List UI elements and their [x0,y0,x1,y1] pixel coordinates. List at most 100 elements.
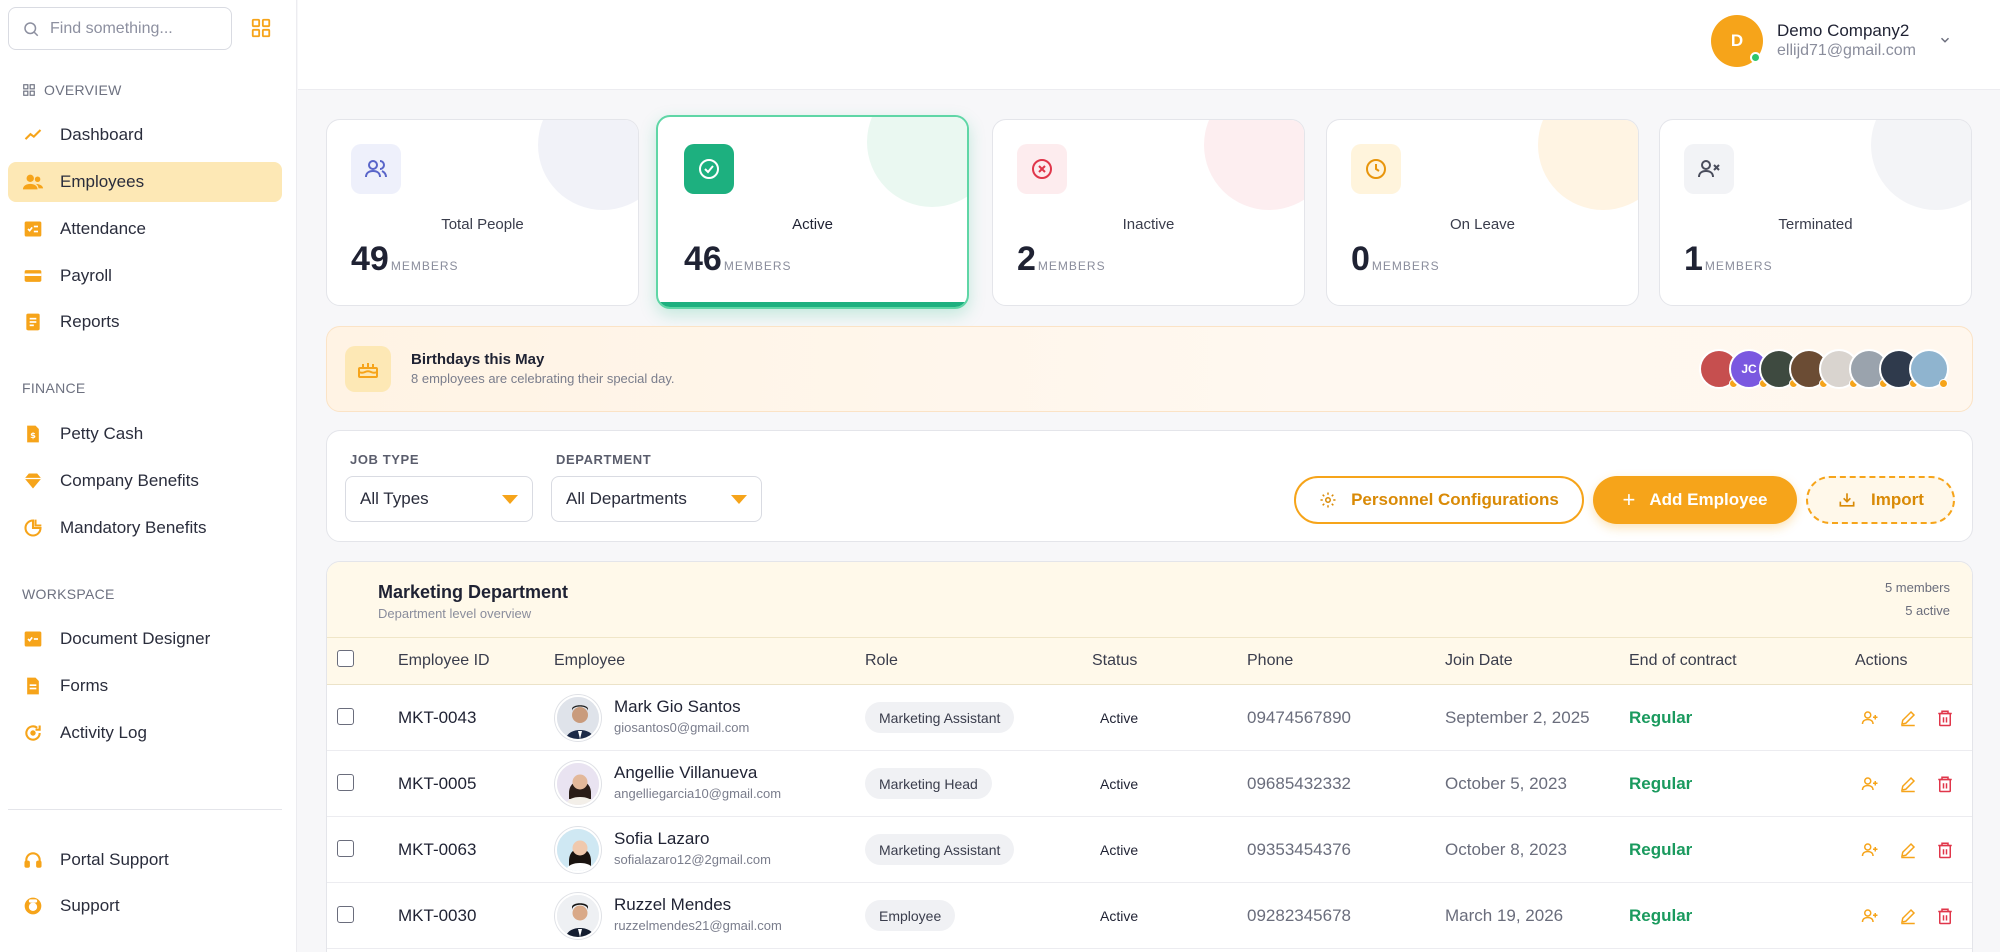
online-status-dot [1750,52,1761,63]
employee-email: angelliegarcia10@gmail.com [614,786,782,801]
column-header[interactable]: End of contract [1629,652,1737,670]
stat-label: Terminated [1778,216,1853,233]
table-row[interactable]: MKT-0063 Sofia Lazaro sofialazaro12@2gma… [327,817,1972,883]
assign-user-icon[interactable] [1858,706,1882,730]
sidebar-item-petty-cash[interactable]: $ Petty Cash [8,414,282,454]
card-bubble [867,117,967,207]
search-placeholder: Find something... [50,19,173,37]
sidebar-item-document-designer[interactable]: Document Designer [8,619,282,659]
column-header[interactable]: Status [1092,652,1137,670]
stat-label: Total People [441,216,524,233]
stat-card-total-people[interactable]: Total People 49 MEMBERS [326,119,639,306]
delete-icon[interactable] [1933,904,1957,928]
end-of-contract: Regular [1629,840,1693,859]
job-type-select[interactable]: All Types [345,476,533,522]
row-checkbox[interactable] [337,774,354,791]
gear-icon [1320,492,1336,508]
avatar[interactable] [1909,349,1949,389]
sidebar-item-reports[interactable]: Reports [8,302,282,342]
employee-name[interactable]: Sofia Lazaro [614,829,709,849]
user-name: Demo Company2 [1777,21,1910,40]
end-of-contract: Regular [1629,906,1693,925]
add-employee-button[interactable]: + Add Employee [1593,476,1797,524]
x-circle-icon [1017,144,1067,194]
table-row[interactable]: MKT-0043 Mark Gio Santos giosantos0@gmai… [327,685,1972,751]
department-member-count: 5 members [1884,580,1950,595]
personnel-configurations-button[interactable]: Personnel Configurations [1294,476,1584,524]
column-header[interactable]: Join Date [1445,652,1513,670]
cake-icon [345,346,391,392]
import-button[interactable]: Import [1806,476,1955,524]
user-x-icon [1684,144,1734,194]
delete-icon[interactable] [1933,706,1957,730]
card-bubble [1538,120,1638,210]
row-checkbox[interactable] [337,840,354,857]
sidebar-divider [8,809,282,810]
apps-grid-icon[interactable] [248,15,274,41]
employee-name[interactable]: Mark Gio Santos [614,697,741,717]
edit-icon[interactable] [1896,838,1920,862]
delete-icon[interactable] [1933,838,1957,862]
report-icon [22,311,44,333]
forms-icon [22,675,44,697]
pie-icon [22,517,44,539]
column-header[interactable]: Employee [554,652,625,670]
attendance-icon [22,218,44,240]
table-row[interactable]: MKT-0030 Ruzzel Mendes ruzzelmendes21@gm… [327,883,1972,949]
stat-value: 0 MEMBERS [1351,240,1440,278]
employee-photo [555,893,601,939]
row-checkbox[interactable] [337,906,354,923]
assign-user-icon[interactable] [1858,772,1882,796]
sidebar-item-forms[interactable]: Forms [8,666,282,706]
stat-card-inactive[interactable]: Inactive 2 MEMBERS [992,119,1305,306]
overview-grid-icon [23,84,35,96]
designer-icon [22,628,44,650]
join-date: March 19, 2026 [1445,906,1564,925]
sidebar-item-portal-support[interactable]: Portal Support [8,840,282,880]
stat-value: 1 MEMBERS [1684,240,1773,278]
import-icon [1839,493,1855,507]
employee-email: sofialazaro12@2gmail.com [614,852,771,867]
birthday-title: Birthdays this May [411,351,545,368]
assign-user-icon[interactable] [1858,838,1882,862]
sidebar-item-mandatory-benefits[interactable]: Mandatory Benefits [8,508,282,548]
row-checkbox[interactable] [337,708,354,725]
headset-icon [22,849,44,871]
department-subtitle: Department level overview [378,606,532,621]
search-input[interactable]: Find something... [8,7,232,50]
edit-icon[interactable] [1896,706,1920,730]
assign-user-icon[interactable] [1858,904,1882,928]
edit-icon[interactable] [1896,904,1920,928]
sidebar-item-activity-log[interactable]: Activity Log [8,713,282,753]
edit-icon[interactable] [1896,772,1920,796]
diamond-icon [22,470,44,492]
column-header[interactable]: Role [865,652,898,670]
stat-card-on-leave[interactable]: On Leave 0 MEMBERS [1326,119,1639,306]
cash-icon: $ [22,423,44,445]
sidebar-item-company-benefits[interactable]: Company Benefits [8,461,282,501]
stat-card-active[interactable]: Active 46 MEMBERS [656,115,969,309]
sidebar-item-employees[interactable]: Employees [8,162,282,202]
sidebar-item-attendance[interactable]: Attendance [8,209,282,249]
employee-name[interactable]: Angellie Villanueva [614,763,757,783]
sidebar-item-dashboard[interactable]: Dashboard [8,115,282,155]
app: Find something... OVERVIEW Dashboard Emp… [0,0,2000,952]
phone: 09282345678 [1247,906,1352,925]
column-header[interactable]: Phone [1247,652,1293,670]
department-select[interactable]: All Departments [551,476,762,522]
employee-name[interactable]: Ruzzel Mendes [614,895,731,915]
select-all-checkbox[interactable] [337,650,354,667]
status-text: Active [1100,710,1139,726]
stat-card-terminated[interactable]: Terminated 1 MEMBERS [1659,119,1972,306]
delete-icon[interactable] [1933,772,1957,796]
plus-icon: + [1622,487,1636,512]
user-avatar[interactable]: D [1711,15,1763,67]
chevron-down-icon[interactable] [1938,33,1952,52]
role-badge: Marketing Assistant [865,702,1015,733]
sidebar-item-payroll[interactable]: Payroll [8,256,282,296]
column-header[interactable]: Employee ID [398,652,490,670]
users-icon [351,144,401,194]
sidebar-item-support[interactable]: Support [8,886,282,926]
employee-id: MKT-0063 [398,840,477,859]
table-row[interactable]: MKT-0005 Angellie Villanueva angelliegar… [327,751,1972,817]
